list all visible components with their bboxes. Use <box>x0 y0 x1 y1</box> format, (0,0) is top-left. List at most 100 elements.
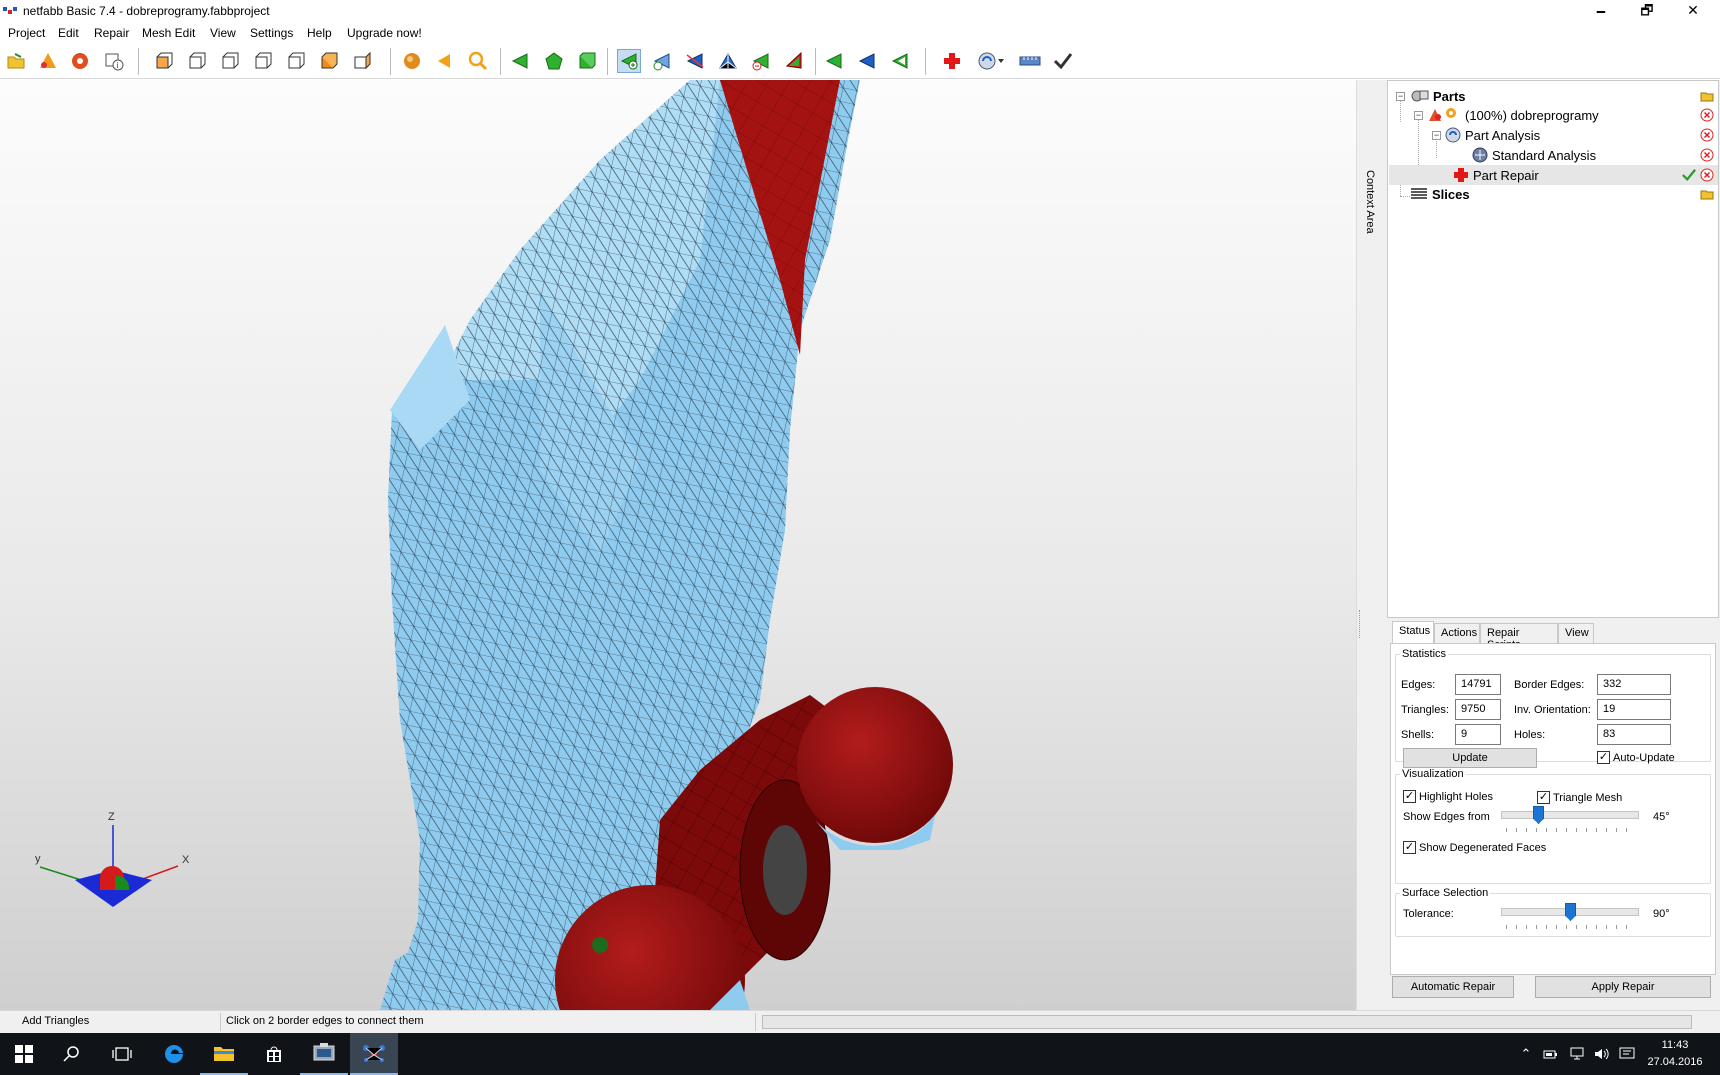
open-slices-folder-icon[interactable] <box>1700 187 1714 201</box>
tray-network-icon[interactable] <box>1565 1033 1589 1075</box>
invert-selection-icon[interactable] <box>855 49 879 73</box>
tree-item-parts[interactable]: − Parts <box>1388 86 1718 106</box>
visualization-title: Visualization <box>1402 768 1464 780</box>
tray-volume-icon[interactable] <box>1590 1033 1614 1075</box>
view-back-icon[interactable] <box>185 49 209 73</box>
collapse-parts-icon[interactable]: − <box>1396 91 1405 101</box>
remove-part-icon[interactable] <box>1700 108 1714 122</box>
view-right-icon[interactable] <box>251 49 275 73</box>
minimize-button[interactable]: 🗕 <box>1578 0 1624 22</box>
add-point-icon[interactable] <box>650 49 674 73</box>
tree-item-part-repair[interactable]: Part Repair <box>1389 165 1718 185</box>
select-shell-icon[interactable] <box>575 49 599 73</box>
tree-item-standard-analysis[interactable]: Standard Analysis <box>1472 145 1718 165</box>
menu-mesh-edit[interactable]: Mesh Edit <box>142 26 195 40</box>
splitter-grip[interactable] <box>1359 610 1362 638</box>
automatic-repair-button[interactable]: Automatic Repair <box>1392 976 1514 998</box>
remove-standard-analysis-icon[interactable] <box>1700 148 1714 162</box>
triangle-mesh-checkbox[interactable]: ✓ Triangle Mesh <box>1537 791 1622 804</box>
zoom-magnifier-icon[interactable] <box>466 49 490 73</box>
tab-actions[interactable]: Actions <box>1434 623 1480 643</box>
tab-repair-scripts[interactable]: Repair Scripts <box>1480 623 1558 651</box>
shaded-sphere-icon[interactable] <box>400 49 424 73</box>
select-arrow-icon[interactable] <box>432 49 456 73</box>
open-folder-icon[interactable] <box>1700 89 1714 103</box>
view-iso-icon[interactable] <box>350 49 374 73</box>
network-app-icon[interactable] <box>300 1033 348 1075</box>
tab-view[interactable]: View <box>1558 623 1594 643</box>
menu-project[interactable]: Project <box>8 26 45 40</box>
tray-chevron-icon[interactable]: ⌃ <box>1515 1033 1537 1075</box>
select-triangles-icon[interactable] <box>508 49 532 73</box>
tab-status[interactable]: Status <box>1392 621 1434 644</box>
mesh-model[interactable] <box>0 80 1356 1010</box>
view-top-icon[interactable] <box>284 49 308 73</box>
tray-power-icon[interactable] <box>1539 1033 1563 1075</box>
part-info-icon[interactable]: i <box>102 49 126 73</box>
degenerated-faces-checkbox[interactable]: ✓ Show Degenerated Faces <box>1403 841 1546 854</box>
add-part-icon[interactable] <box>36 49 60 73</box>
tree-item-slices[interactable]: Slices <box>1410 184 1718 204</box>
windows-start-icon[interactable] <box>0 1033 48 1075</box>
add-repair-icon[interactable] <box>940 49 964 73</box>
highlight-holes-checkbox[interactable]: ✓ Highlight Holes <box>1403 790 1493 803</box>
tree-item-part-dobreprogramy[interactable]: − (100%) dobreprogramy <box>1388 105 1718 125</box>
auto-update-checkbox[interactable]: ✓ Auto-Update <box>1597 751 1675 764</box>
menu-settings[interactable]: Settings <box>250 26 293 40</box>
menu-view[interactable]: View <box>210 26 236 40</box>
toolbar: i <box>0 44 1720 79</box>
view-front-icon[interactable] <box>152 49 176 73</box>
edges-value: 14791 <box>1455 674 1501 695</box>
menu-upgrade[interactable]: Upgrade now! <box>347 26 422 40</box>
file-explorer-icon[interactable] <box>200 1033 248 1075</box>
tolerance-slider-thumb[interactable] <box>1565 903 1576 921</box>
remove-repair-icon[interactable] <box>1700 168 1714 182</box>
close-button[interactable]: ✕ <box>1670 0 1716 22</box>
measure-ruler-icon[interactable] <box>1018 49 1042 73</box>
search-icon[interactable] <box>48 1033 96 1075</box>
3d-viewport[interactable]: Z y X <box>0 80 1356 1010</box>
collapse-analysis-icon[interactable]: − <box>1432 130 1441 140</box>
tree-item-part-analysis[interactable]: − Part Analysis <box>1388 125 1718 145</box>
apply-check-icon[interactable] <box>1682 168 1696 182</box>
view-bottom-icon[interactable] <box>317 49 341 73</box>
open-project-icon[interactable] <box>4 49 28 73</box>
menu-help[interactable]: Help <box>307 26 332 40</box>
show-edges-slider-thumb[interactable] <box>1533 806 1544 824</box>
apply-check-icon[interactable] <box>1051 49 1075 73</box>
shrink-selection-icon[interactable] <box>888 49 912 73</box>
update-button[interactable]: Update <box>1403 748 1537 768</box>
store-icon[interactable] <box>250 1033 298 1075</box>
remove-analysis-icon[interactable] <box>1700 128 1714 142</box>
split-triangles-icon[interactable] <box>683 49 707 73</box>
remove-part-icon[interactable] <box>68 49 92 73</box>
move-point-icon[interactable] <box>716 49 740 73</box>
context-area-splitter[interactable]: Context Area <box>1356 80 1386 1010</box>
apply-repair-button[interactable]: Apply Repair <box>1535 976 1711 998</box>
status-tab-panel: Statistics Edges: 14791 Triangles: 9750 … <box>1390 643 1716 975</box>
collapse-part-icon[interactable]: − <box>1414 110 1423 120</box>
add-triangles-icon[interactable] <box>617 49 641 73</box>
project-tree: − Parts − (100%) dobreprogramy − Part An… <box>1387 80 1719 618</box>
visualization-group: Visualization <box>1395 768 1711 884</box>
orientation-tool-icon[interactable] <box>975 49 1007 73</box>
menu-repair[interactable]: Repair <box>94 26 129 40</box>
show-edges-slider[interactable] <box>1501 806 1639 832</box>
tray-clock[interactable]: 11:43 27.04.2016 <box>1640 1037 1710 1071</box>
select-surface-icon[interactable] <box>542 49 566 73</box>
remove-degenerated-icon[interactable] <box>782 49 806 73</box>
remove-triangles-icon[interactable] <box>749 49 773 73</box>
extend-selection-icon[interactable] <box>822 49 846 73</box>
view-left-icon[interactable] <box>218 49 242 73</box>
netfabb-taskbar-icon[interactable] <box>350 1033 398 1075</box>
inv-orientation-label: Inv. Orientation: <box>1514 704 1591 716</box>
task-view-icon[interactable] <box>98 1033 146 1075</box>
restore-button[interactable]: 🗗 <box>1624 0 1670 22</box>
edge-browser-icon[interactable] <box>150 1033 198 1075</box>
right-panel: − Parts − (100%) dobreprogramy − Part An… <box>1386 80 1720 1010</box>
tolerance-slider[interactable] <box>1501 903 1639 929</box>
show-edges-label: Show Edges from <box>1403 811 1490 823</box>
tray-notifications-icon[interactable] <box>1615 1033 1639 1075</box>
menu-edit[interactable]: Edit <box>58 26 79 40</box>
analysis-icon <box>1445 127 1461 143</box>
